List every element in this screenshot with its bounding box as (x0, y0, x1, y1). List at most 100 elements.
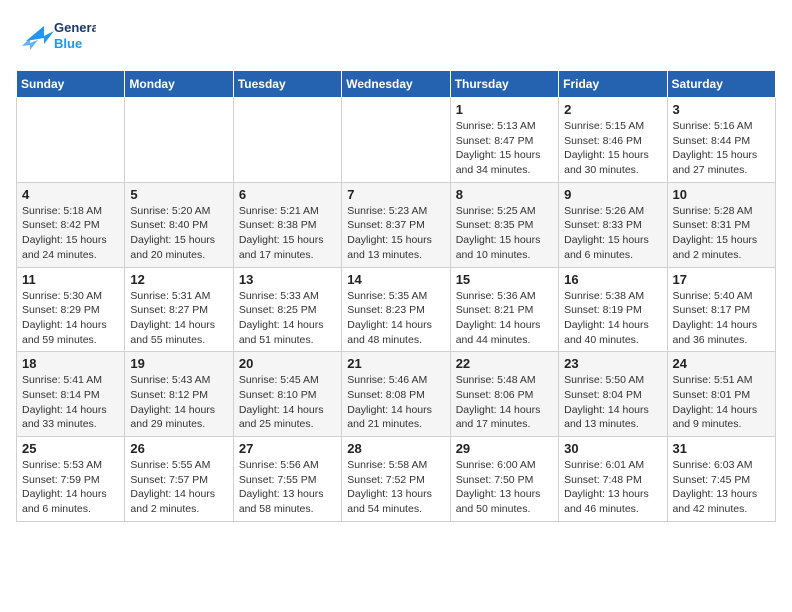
week-row-1: 1 Sunrise: 5:13 AM Sunset: 8:47 PM Daylig… (17, 98, 776, 183)
day-info: Sunrise: 5:46 AM Sunset: 8:08 PM Dayligh… (347, 373, 444, 432)
logo-svg: General Blue (16, 16, 96, 58)
day-info: Sunrise: 5:45 AM Sunset: 8:10 PM Dayligh… (239, 373, 336, 432)
day-number: 23 (564, 356, 661, 371)
header-row: SundayMondayTuesdayWednesdayThursdayFrid… (17, 71, 776, 98)
day-number: 4 (22, 187, 119, 202)
day-info: Sunrise: 5:28 AM Sunset: 8:31 PM Dayligh… (673, 204, 770, 263)
col-header-friday: Friday (559, 71, 667, 98)
calendar-cell: 19 Sunrise: 5:43 AM Sunset: 8:12 PM Dayli… (125, 352, 233, 437)
col-header-tuesday: Tuesday (233, 71, 341, 98)
day-number: 22 (456, 356, 553, 371)
day-number: 9 (564, 187, 661, 202)
svg-text:General: General (54, 20, 96, 35)
day-number: 5 (130, 187, 227, 202)
day-info: Sunrise: 6:00 AM Sunset: 7:50 PM Dayligh… (456, 458, 553, 517)
col-header-monday: Monday (125, 71, 233, 98)
day-number: 15 (456, 272, 553, 287)
day-info: Sunrise: 5:40 AM Sunset: 8:17 PM Dayligh… (673, 289, 770, 348)
day-number: 17 (673, 272, 770, 287)
day-number: 6 (239, 187, 336, 202)
day-number: 18 (22, 356, 119, 371)
calendar-cell: 13 Sunrise: 5:33 AM Sunset: 8:25 PM Dayli… (233, 267, 341, 352)
day-number: 31 (673, 441, 770, 456)
calendar-cell (125, 98, 233, 183)
day-number: 1 (456, 102, 553, 117)
day-number: 27 (239, 441, 336, 456)
calendar-cell: 11 Sunrise: 5:30 AM Sunset: 8:29 PM Dayli… (17, 267, 125, 352)
day-info: Sunrise: 5:18 AM Sunset: 8:42 PM Dayligh… (22, 204, 119, 263)
day-number: 2 (564, 102, 661, 117)
day-info: Sunrise: 5:35 AM Sunset: 8:23 PM Dayligh… (347, 289, 444, 348)
calendar-cell: 31 Sunrise: 6:03 AM Sunset: 7:45 PM Dayli… (667, 437, 775, 522)
col-header-wednesday: Wednesday (342, 71, 450, 98)
day-number: 8 (456, 187, 553, 202)
day-info: Sunrise: 5:13 AM Sunset: 8:47 PM Dayligh… (456, 119, 553, 178)
calendar-cell: 17 Sunrise: 5:40 AM Sunset: 8:17 PM Dayli… (667, 267, 775, 352)
day-info: Sunrise: 5:25 AM Sunset: 8:35 PM Dayligh… (456, 204, 553, 263)
calendar-cell: 18 Sunrise: 5:41 AM Sunset: 8:14 PM Dayli… (17, 352, 125, 437)
day-info: Sunrise: 5:15 AM Sunset: 8:46 PM Dayligh… (564, 119, 661, 178)
day-info: Sunrise: 5:41 AM Sunset: 8:14 PM Dayligh… (22, 373, 119, 432)
col-header-saturday: Saturday (667, 71, 775, 98)
day-info: Sunrise: 5:23 AM Sunset: 8:37 PM Dayligh… (347, 204, 444, 263)
day-number: 20 (239, 356, 336, 371)
day-number: 24 (673, 356, 770, 371)
calendar-cell: 4 Sunrise: 5:18 AM Sunset: 8:42 PM Daylig… (17, 182, 125, 267)
day-info: Sunrise: 5:38 AM Sunset: 8:19 PM Dayligh… (564, 289, 661, 348)
day-number: 12 (130, 272, 227, 287)
calendar-cell: 14 Sunrise: 5:35 AM Sunset: 8:23 PM Dayli… (342, 267, 450, 352)
calendar-cell: 10 Sunrise: 5:28 AM Sunset: 8:31 PM Dayli… (667, 182, 775, 267)
day-number: 19 (130, 356, 227, 371)
day-info: Sunrise: 5:50 AM Sunset: 8:04 PM Dayligh… (564, 373, 661, 432)
day-number: 11 (22, 272, 119, 287)
svg-text:Blue: Blue (54, 36, 82, 51)
day-info: Sunrise: 5:26 AM Sunset: 8:33 PM Dayligh… (564, 204, 661, 263)
calendar-cell: 25Sunrise: 5:53 AM Sunset: 7:59 PM Dayli… (17, 437, 125, 522)
calendar-cell: 24 Sunrise: 5:51 AM Sunset: 8:01 PM Dayli… (667, 352, 775, 437)
calendar-cell: 6 Sunrise: 5:21 AM Sunset: 8:38 PM Daylig… (233, 182, 341, 267)
calendar-cell: 30 Sunrise: 6:01 AM Sunset: 7:48 PM Dayli… (559, 437, 667, 522)
calendar-table: SundayMondayTuesdayWednesdayThursdayFrid… (16, 70, 776, 522)
day-number: 7 (347, 187, 444, 202)
day-number: 25 (22, 441, 119, 456)
day-info: Sunrise: 5:21 AM Sunset: 8:38 PM Dayligh… (239, 204, 336, 263)
day-info: Sunrise: 6:01 AM Sunset: 7:48 PM Dayligh… (564, 458, 661, 517)
col-header-sunday: Sunday (17, 71, 125, 98)
day-info: Sunrise: 5:56 AM Sunset: 7:55 PM Dayligh… (239, 458, 336, 517)
week-row-3: 11 Sunrise: 5:30 AM Sunset: 8:29 PM Dayli… (17, 267, 776, 352)
calendar-cell: 2 Sunrise: 5:15 AM Sunset: 8:46 PM Daylig… (559, 98, 667, 183)
calendar-cell: 8 Sunrise: 5:25 AM Sunset: 8:35 PM Daylig… (450, 182, 558, 267)
calendar-cell (17, 98, 125, 183)
calendar-cell: 3Sunrise: 5:16 AM Sunset: 8:44 PM Daylig… (667, 98, 775, 183)
day-number: 10 (673, 187, 770, 202)
day-info: Sunrise: 5:31 AM Sunset: 8:27 PM Dayligh… (130, 289, 227, 348)
calendar-cell: 29 Sunrise: 6:00 AM Sunset: 7:50 PM Dayli… (450, 437, 558, 522)
page-header: General Blue (16, 16, 776, 58)
calendar-cell: 27 Sunrise: 5:56 AM Sunset: 7:55 PM Dayli… (233, 437, 341, 522)
day-number: 14 (347, 272, 444, 287)
calendar-cell: 9 Sunrise: 5:26 AM Sunset: 8:33 PM Daylig… (559, 182, 667, 267)
logo: General Blue (16, 16, 96, 58)
col-header-thursday: Thursday (450, 71, 558, 98)
week-row-4: 18 Sunrise: 5:41 AM Sunset: 8:14 PM Dayli… (17, 352, 776, 437)
calendar-cell: 1 Sunrise: 5:13 AM Sunset: 8:47 PM Daylig… (450, 98, 558, 183)
day-info: Sunrise: 5:33 AM Sunset: 8:25 PM Dayligh… (239, 289, 336, 348)
day-number: 16 (564, 272, 661, 287)
day-number: 29 (456, 441, 553, 456)
day-info: Sunrise: 5:48 AM Sunset: 8:06 PM Dayligh… (456, 373, 553, 432)
day-number: 21 (347, 356, 444, 371)
day-info: Sunrise: 6:03 AM Sunset: 7:45 PM Dayligh… (673, 458, 770, 517)
day-info: Sunrise: 5:43 AM Sunset: 8:12 PM Dayligh… (130, 373, 227, 432)
calendar-cell (342, 98, 450, 183)
day-info: Sunrise: 5:30 AM Sunset: 8:29 PM Dayligh… (22, 289, 119, 348)
day-number: 30 (564, 441, 661, 456)
week-row-2: 4 Sunrise: 5:18 AM Sunset: 8:42 PM Daylig… (17, 182, 776, 267)
calendar-cell: 5Sunrise: 5:20 AM Sunset: 8:40 PM Daylig… (125, 182, 233, 267)
day-number: 13 (239, 272, 336, 287)
calendar-cell: 26Sunrise: 5:55 AM Sunset: 7:57 PM Dayli… (125, 437, 233, 522)
day-number: 28 (347, 441, 444, 456)
calendar-cell: 23 Sunrise: 5:50 AM Sunset: 8:04 PM Dayli… (559, 352, 667, 437)
day-info: Sunrise: 5:58 AM Sunset: 7:52 PM Dayligh… (347, 458, 444, 517)
day-info: Sunrise: 5:51 AM Sunset: 8:01 PM Dayligh… (673, 373, 770, 432)
calendar-cell: 16 Sunrise: 5:38 AM Sunset: 8:19 PM Dayli… (559, 267, 667, 352)
